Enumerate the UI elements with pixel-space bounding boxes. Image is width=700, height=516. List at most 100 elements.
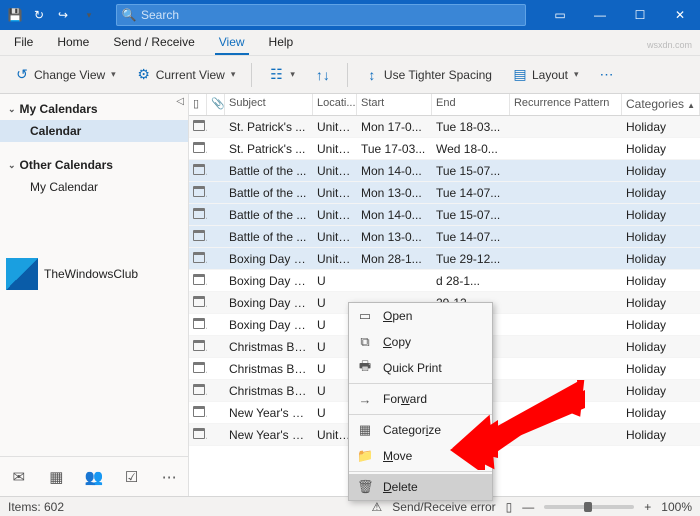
layout-button[interactable]: ▤ Layout ▾ [506, 63, 585, 86]
watermark-text: wsxdn.com [647, 40, 692, 50]
context-menu: ▭Open ⧉Copy 🖶Quick Print →Forward ▦Categ… [348, 302, 493, 501]
maximize-icon[interactable]: ☐ [620, 0, 660, 30]
watermark-logo: TheWindowsClub [6, 258, 182, 290]
table-row[interactable]: Battle of the ...Unite...Mon 14-0...Tue … [189, 204, 700, 226]
col-start[interactable]: Start [357, 94, 432, 115]
row-icon [189, 384, 207, 398]
col-location[interactable]: Locati... [313, 94, 357, 115]
ctx-open[interactable]: ▭Open [349, 303, 492, 329]
undo-icon[interactable]: ↻ [30, 6, 48, 24]
more-button[interactable]: ⋯ [593, 63, 621, 86]
table-row[interactable]: Battle of the ...Unite...Mon 14-0...Tue … [189, 160, 700, 182]
layout-label: Layout [532, 68, 568, 82]
table-row[interactable]: St. Patrick's ...Unite...Tue 17-03...Wed… [189, 138, 700, 160]
ctx-quick-print[interactable]: 🖶Quick Print [349, 355, 492, 381]
search-placeholder: Search [141, 8, 179, 22]
tasks-icon[interactable]: ☑ [118, 468, 146, 486]
ctx-move[interactable]: 📁Move▸ [349, 443, 492, 469]
separator [349, 383, 492, 384]
group-label: Other Calendars [20, 158, 113, 172]
zoom-slider[interactable] [544, 505, 634, 509]
tighter-spacing-button[interactable]: ↕ Use Tighter Spacing [358, 64, 498, 86]
row-subject: Boxing Day B... [225, 252, 313, 266]
row-location: Unite... [313, 142, 357, 156]
status-items: Items: 602 [8, 500, 64, 514]
ctx-forward[interactable]: →Forward [349, 386, 492, 412]
ribbon-display-icon[interactable]: ▭ [540, 0, 580, 30]
row-icon [189, 296, 207, 310]
row-start: Mon 17-0... [357, 120, 432, 134]
row-category: Holiday [622, 274, 700, 288]
people-icon[interactable]: 👥 [80, 468, 108, 486]
row-category: Holiday [622, 362, 700, 376]
sidebar-item-calendar[interactable]: Calendar [0, 120, 188, 142]
row-location: Unite... [313, 164, 357, 178]
tab-file[interactable]: File [10, 31, 37, 55]
row-icon [189, 340, 207, 354]
row-icon [189, 120, 207, 134]
tab-help[interactable]: Help [265, 31, 298, 55]
nav-switcher: ✉ ▦ 👥 ☑ ⋯ [0, 456, 188, 496]
tab-view[interactable]: View [215, 31, 249, 55]
change-view-label: Change View [34, 68, 105, 82]
col-recurrence[interactable]: Recurrence Pattern [510, 94, 622, 115]
table-row[interactable]: Battle of the ...Unite...Mon 13-0...Tue … [189, 182, 700, 204]
zoom-plus-icon[interactable]: + [644, 500, 651, 514]
ctx-categorize[interactable]: ▦Categorize▸ [349, 417, 492, 443]
tab-send-receive[interactable]: Send / Receive [109, 31, 198, 55]
sidebar-item-my-calendar[interactable]: My Calendar [0, 176, 188, 198]
change-view-button[interactable]: ↺ Change View ▾ [8, 63, 122, 86]
row-category: Holiday [622, 164, 700, 178]
col-subject[interactable]: Subject [225, 94, 313, 115]
table-row[interactable]: Battle of the ...Unite...Mon 13-0...Tue … [189, 226, 700, 248]
row-icon [189, 164, 207, 178]
row-end: Tue 18-03... [432, 120, 510, 134]
col-categories[interactable]: Categories ▲ [622, 94, 700, 115]
status-error[interactable]: Send/Receive error [392, 500, 495, 514]
mail-icon[interactable]: ✉ [5, 468, 33, 486]
close-icon[interactable]: ✕ [660, 0, 700, 30]
row-icon [189, 362, 207, 376]
ctx-copy[interactable]: ⧉Copy [349, 329, 492, 355]
columns-button[interactable]: ☷▾ [262, 63, 301, 86]
minimize-icon[interactable]: — [580, 0, 620, 30]
row-start: Mon 13-0... [357, 186, 432, 200]
sidebar-group-my-calendars[interactable]: ⌄ My Calendars [0, 98, 188, 120]
row-icon [189, 142, 207, 156]
current-view-button[interactable]: ⚙ Current View ▾ [130, 63, 242, 86]
sidebar-group-other-calendars[interactable]: ⌄ Other Calendars [0, 154, 188, 176]
sort-button[interactable]: ↑↓ [309, 64, 337, 86]
collapse-pane-icon[interactable]: ◁ [176, 96, 184, 107]
chevron-down-icon: ⌄ [8, 104, 16, 115]
table-row[interactable]: St. Patrick's ...Unite...Mon 17-0...Tue … [189, 116, 700, 138]
row-category: Holiday [622, 340, 700, 354]
row-end: Tue 29-12... [432, 252, 510, 266]
search-box[interactable]: 🔍 Search [116, 4, 526, 26]
more-icon[interactable]: ⋯ [155, 468, 183, 486]
row-subject: Boxing Day B... [225, 318, 313, 332]
table-row[interactable]: Boxing Day B...Unite...Mon 28-1...Tue 29… [189, 248, 700, 270]
view-icon[interactable]: ▯ [506, 500, 513, 514]
qa-dropdown-icon[interactable]: ▾ [80, 6, 98, 24]
redo-icon[interactable]: ↪ [54, 6, 72, 24]
tab-home[interactable]: Home [53, 31, 93, 55]
col-end[interactable]: End [432, 94, 510, 115]
row-category: Holiday [622, 428, 700, 442]
warning-icon: ⚠ [372, 500, 383, 514]
table-row[interactable]: Boxing Day B...Ud 28-1...Holiday [189, 270, 700, 292]
separator [347, 63, 348, 87]
ctx-delete[interactable]: 🗑Delete [349, 474, 492, 500]
delete-icon: 🗑 [357, 479, 373, 495]
calendar-icon[interactable]: ▦ [42, 468, 70, 486]
row-category: Holiday [622, 120, 700, 134]
col-attachment[interactable]: 📎 [207, 94, 225, 115]
chevron-right-icon: ▸ [479, 451, 484, 462]
layout-icon: ▤ [512, 66, 528, 83]
col-icon[interactable]: ▯ [189, 94, 207, 115]
row-icon [189, 274, 207, 288]
row-end: Tue 15-07... [432, 208, 510, 222]
save-icon[interactable]: 💾 [6, 6, 24, 24]
sidebar: ◁ ⌄ My Calendars Calendar ⌄ Other Calend… [0, 94, 189, 496]
print-icon: 🖶 [357, 357, 373, 379]
row-category: Holiday [622, 406, 700, 420]
